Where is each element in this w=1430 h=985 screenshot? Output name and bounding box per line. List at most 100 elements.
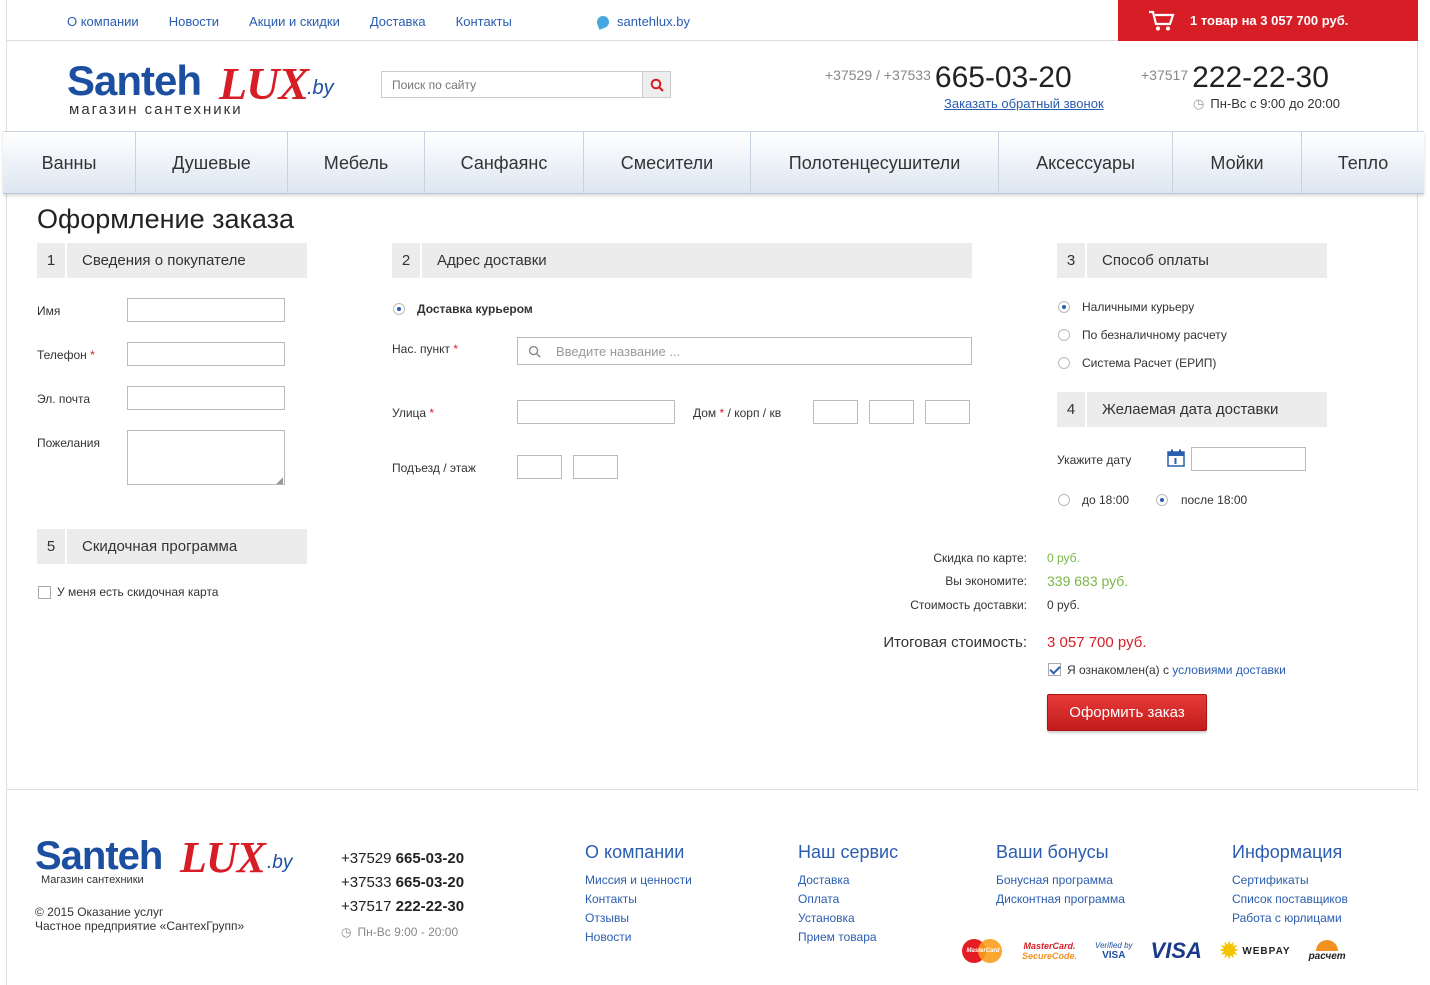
page-title: Оформление заказа [37, 204, 295, 234]
street-input[interactable] [517, 400, 675, 424]
top-nav-sales[interactable]: Акции и скидки [249, 14, 340, 29]
payment-cashless-radio[interactable] [1058, 329, 1070, 341]
cart-button[interactable]: 1 товар на 3 057 700 руб. [1118, 0, 1418, 41]
email-label: Эл. почта [37, 392, 91, 406]
shipping-cost-value: 0 руб. [1047, 598, 1080, 612]
street-label: Улица * [392, 406, 434, 420]
entrance-input[interactable] [517, 455, 562, 479]
resize-handle-icon: ◢ [276, 475, 283, 485]
footer-link[interactable]: Бонусная программа [996, 871, 1125, 890]
phone-input[interactable] [127, 342, 285, 366]
menu-item-showers[interactable]: Душевые [136, 132, 288, 194]
work-hours: ◷ Пн-Вс с 9:00 до 20:00 [1193, 96, 1340, 112]
section-payment-header: 3 Способ оплаты [1057, 243, 1327, 278]
footer-link[interactable]: Прием товара [798, 928, 898, 947]
callback-link[interactable]: Заказать обратный звонок [944, 96, 1104, 111]
payment-erip-radio[interactable] [1058, 357, 1070, 369]
date-input[interactable] [1191, 447, 1306, 471]
section-number: 1 [37, 243, 67, 278]
house-label-text: Дом [693, 406, 717, 420]
copyright: © 2015 Оказание услуг Частное предприяти… [35, 905, 244, 933]
house-input[interactable] [813, 400, 858, 424]
footer-link[interactable]: Контакты [585, 890, 692, 909]
menu-item-accessories[interactable]: Аксессуары [999, 132, 1173, 194]
mastercard-logo: MasterCard [962, 938, 1004, 964]
wishes-textarea[interactable]: ◢ [127, 430, 285, 485]
footer-link[interactable]: Отзывы [585, 909, 692, 928]
search-icon [528, 345, 541, 358]
footer-col-title: Наш сервис [798, 842, 899, 862]
agree-terms-checkbox[interactable] [1048, 663, 1061, 676]
phone-label: Телефон * [37, 348, 95, 362]
top-nav-delivery[interactable]: Доставка [370, 14, 426, 29]
apartment-input[interactable] [925, 400, 970, 424]
menu-item-heating[interactable]: Тепло [1302, 132, 1424, 194]
city-placeholder: Введите название ... [556, 343, 681, 359]
footer-link[interactable]: Сертификаты [1232, 871, 1348, 890]
menu-item-baths[interactable]: Ванны [3, 132, 136, 194]
time-before-radio[interactable] [1058, 494, 1070, 506]
footer-phones: +37529 665-03-20 +37533 665-03-20 +37517… [341, 847, 464, 919]
main-menu: Ванны Душевые Мебель Санфаянс Смесители … [3, 131, 1424, 194]
date-label: Укажите дату [1057, 453, 1132, 467]
menu-item-furniture[interactable]: Мебель [288, 132, 425, 194]
vbv-line-2: VISA [1102, 950, 1126, 961]
top-nav-about[interactable]: О компании [67, 14, 139, 29]
footer-link[interactable]: Дисконтная программа [996, 890, 1125, 909]
cart-icon [1148, 10, 1176, 32]
place-order-button[interactable]: Оформить заказ [1047, 694, 1207, 731]
logo-word-by: .by [267, 852, 293, 873]
section-title: Адрес доставки [437, 252, 547, 269]
menu-item-towel-dryers[interactable]: Полотенцесушители [751, 132, 999, 194]
footer-logo[interactable]: Santeh LUX .by Магазин сантехники [35, 833, 305, 890]
calendar-icon[interactable] [1167, 449, 1185, 470]
footer-phone-prefix: +37533 [341, 874, 392, 891]
menu-item-faucets[interactable]: Смесители [584, 132, 751, 194]
city-label-text: Нас. пункт [392, 342, 451, 356]
section-date-header: 4 Желаемая дата доставки [1057, 392, 1327, 427]
top-bar: О компании Новости Акции и скидки Достав… [7, 0, 1419, 41]
footer-link[interactable]: Работа с юрлицами [1232, 909, 1348, 928]
footer-col-title: Ваши бонусы [996, 842, 1109, 862]
total-value: 3 057 700 руб. [1047, 634, 1147, 651]
logo-word-santeh: Santeh [67, 57, 202, 104]
delivery-terms-link[interactable]: условиями доставки [1172, 663, 1286, 677]
footer-link[interactable]: Доставка [798, 871, 898, 890]
building-input[interactable] [869, 400, 914, 424]
footer-col-title: Информация [1232, 842, 1343, 862]
footer-phone-prefix: +37517 [341, 898, 392, 915]
top-nav-news[interactable]: Новости [169, 14, 219, 29]
city-input[interactable]: Введите название ... [517, 337, 972, 365]
webpay-logo: ✹ WEBPAY [1220, 938, 1291, 964]
name-input[interactable] [127, 298, 285, 322]
email-input[interactable] [127, 386, 285, 410]
skype-label: santehlux.by [617, 14, 690, 29]
menu-item-sinks[interactable]: Мойки [1173, 132, 1302, 194]
footer-link[interactable]: Оплата [798, 890, 898, 909]
logo[interactable]: Santeh LUX .by магазин сантехники [67, 57, 337, 121]
footer-hours: ◷ Пн-Вс 9:00 - 20:00 [341, 925, 458, 939]
discount-card-checkbox[interactable] [38, 586, 51, 599]
menu-item-sanitary[interactable]: Санфаянс [425, 132, 584, 194]
footer-phone-number: 665-03-20 [395, 850, 465, 867]
footer-link[interactable]: Миссия и ценности [585, 871, 692, 890]
footer-link[interactable]: Новости [585, 928, 692, 947]
floor-input[interactable] [573, 455, 618, 479]
footer-logo-subtitle: Магазин сантехники [41, 874, 144, 886]
footer-link[interactable]: Установка [798, 909, 898, 928]
work-hours-text: Пн-Вс с 9:00 до 20:00 [1210, 96, 1340, 111]
search-button[interactable] [642, 72, 670, 97]
section-number: 2 [392, 243, 422, 278]
footer-link[interactable]: Список поставщиков [1232, 890, 1348, 909]
search-input[interactable] [382, 72, 642, 97]
top-nav: О компании Новости Акции и скидки Достав… [67, 14, 512, 29]
logo-subtitle: магазин сантехники [69, 101, 243, 118]
copyright-line-2: Частное предприятие «СантехГрупп» [35, 919, 245, 933]
top-nav-contacts[interactable]: Контакты [456, 14, 512, 29]
skype-link[interactable]: santehlux.by [595, 13, 690, 30]
courier-radio[interactable] [393, 303, 405, 315]
raschet-text: расчет [1308, 951, 1346, 962]
time-after-radio[interactable] [1156, 494, 1168, 506]
payment-cash-radio[interactable] [1058, 301, 1070, 313]
required-mark: * [719, 406, 725, 420]
